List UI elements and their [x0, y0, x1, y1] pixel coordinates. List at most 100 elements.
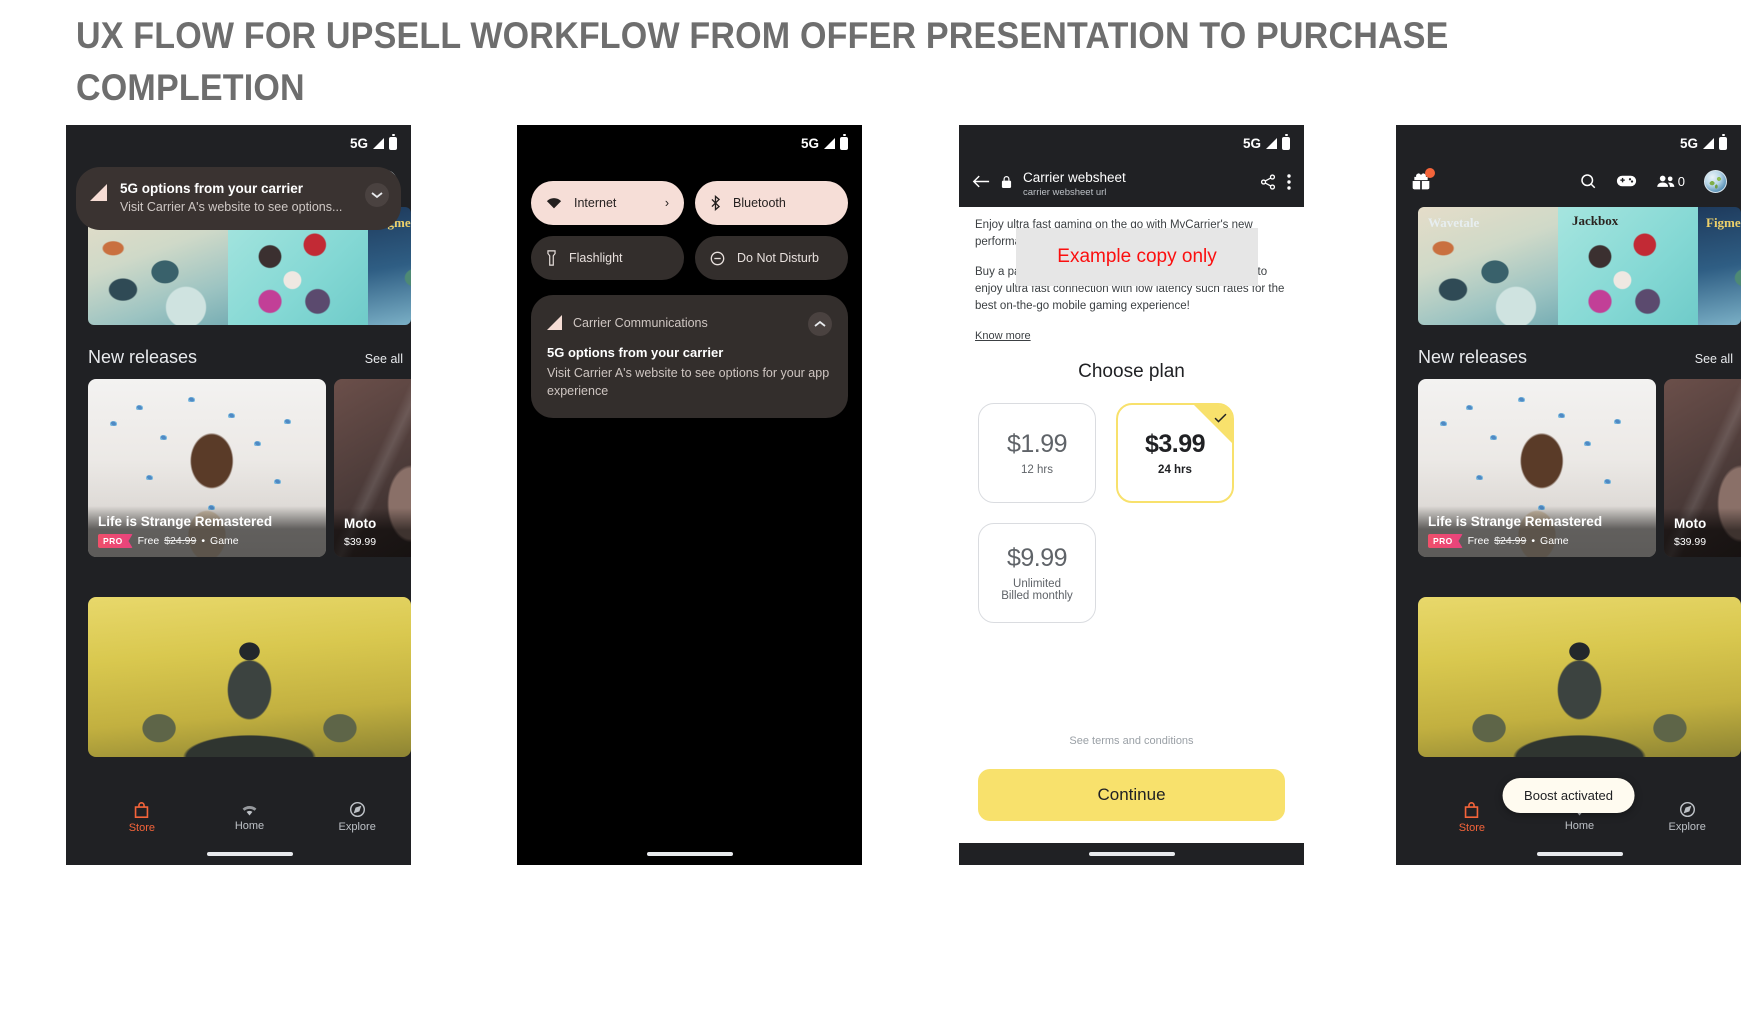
avatar[interactable] — [1704, 169, 1727, 193]
notification-body: Visit Carrier A's website to see options… — [120, 200, 343, 214]
game-meta: PRO Free $24.99 • Game — [1428, 534, 1646, 548]
share-icon[interactable] — [1260, 173, 1276, 195]
app-top-bar: 0 — [1396, 161, 1741, 201]
pro-badge: PRO — [1428, 534, 1463, 548]
carrier-notification-card[interactable]: Carrier Communications 5G options from y… — [531, 295, 848, 418]
people-icon[interactable]: 0 — [1656, 174, 1685, 189]
status-network-label: 5G — [1679, 135, 1698, 151]
game-card-moto[interactable]: Moto $39.99 — [334, 379, 411, 557]
overflow-menu-icon[interactable] — [1287, 173, 1291, 195]
chevron-up-icon[interactable] — [808, 312, 832, 336]
hero-word-2: Jackbox — [1572, 213, 1619, 228]
battery-icon — [389, 134, 397, 150]
meta-separator: • — [1531, 535, 1536, 547]
see-all-link[interactable]: See all — [365, 352, 403, 366]
tile-label: Flashlight — [569, 251, 623, 265]
game-price: Free — [137, 535, 160, 547]
chevron-down-icon[interactable] — [365, 183, 389, 207]
meta-separator: • — [201, 535, 206, 547]
signal-triangle-icon — [1703, 137, 1714, 149]
plan-option-199[interactable]: $1.99 12 hrs — [978, 403, 1096, 503]
carrier-triangle-icon — [547, 315, 562, 330]
phone-screen-1: 5G New releases See all Life is Strange … — [66, 125, 411, 865]
nav-label: Store — [128, 821, 155, 834]
gift-icon[interactable] — [1410, 168, 1435, 191]
heads-up-notification[interactable]: 5G options from your carrier Visit Carri… — [76, 167, 401, 230]
phone-screen-2: 5G Internet › Bluetooth Flashlight Do No… — [517, 125, 862, 865]
check-icon — [1214, 410, 1227, 428]
game-card-info: Moto $39.99 — [1664, 508, 1741, 557]
know-more-link[interactable]: Know more — [975, 330, 1031, 342]
tile-label: Internet — [574, 196, 617, 210]
tile-bluetooth[interactable]: Bluetooth — [695, 181, 848, 225]
game-card-moto[interactable]: Moto $39.99 — [1664, 379, 1741, 557]
game-price: $39.99 — [344, 536, 377, 548]
battery-icon — [1719, 134, 1727, 150]
tile-flashlight[interactable]: Flashlight — [531, 236, 684, 280]
terms-link[interactable]: See terms and conditions — [959, 735, 1304, 747]
tile-do-not-disturb[interactable]: Do Not Disturb — [695, 236, 848, 280]
signal-triangle-icon — [824, 137, 835, 149]
gesture-pill[interactable] — [646, 852, 733, 856]
hero-panel-jackbox[interactable]: Jackbox — [1558, 207, 1698, 325]
nav-item-store[interactable]: Store — [88, 801, 196, 834]
notification-body: Visit Carrier A's website to see options… — [547, 366, 830, 398]
game-card-info: Life is Strange Remastered PRO Free $24.… — [88, 506, 326, 557]
featured-banner[interactable] — [88, 597, 411, 757]
see-all-link[interactable]: See all — [1695, 352, 1733, 366]
tile-label: Do Not Disturb — [737, 251, 819, 265]
hero-word-3: Figment — [1706, 215, 1741, 230]
gesture-bar — [959, 843, 1304, 865]
phone-screen-3: 5G Carrier websheet carrier websheet url — [959, 125, 1304, 865]
nav-label: Home — [1564, 820, 1595, 832]
notification-title: 5G options from your carrier — [120, 181, 304, 196]
hero-panel-wavetale[interactable]: Wavetale — [1418, 207, 1558, 325]
game-category: Game — [210, 535, 239, 547]
hero-carousel[interactable]: Wavetale Jackbox Figment — [1418, 207, 1741, 325]
flow-step-2: 5G Internet › Bluetooth Flashlight Do No… — [517, 125, 862, 865]
hero-panel-figment[interactable]: Figment — [1698, 207, 1741, 325]
game-card-life-is-strange[interactable]: Life is Strange Remastered PRO Free $24.… — [88, 379, 326, 557]
game-category: Game — [1540, 535, 1569, 547]
game-title: Moto — [1674, 516, 1707, 531]
game-meta: PRO Free $24.99 • Game — [98, 534, 316, 548]
browser-url: carrier websheet url — [1023, 186, 1107, 198]
nav-label: Store — [1458, 821, 1485, 834]
back-arrow-icon[interactable] — [972, 174, 990, 194]
game-card-list: Life is Strange Remastered PRO Free $24.… — [1418, 379, 1741, 557]
plan-option-999[interactable]: $9.99 Unlimited Billed monthly — [978, 523, 1096, 623]
boost-activated-snackbar: Boost activated — [1502, 778, 1635, 813]
game-old-price: $24.99 — [1494, 535, 1527, 547]
search-icon[interactable] — [1579, 172, 1597, 190]
gesture-pill[interactable] — [206, 852, 293, 856]
plan-price: $1.99 — [1006, 430, 1068, 458]
featured-banner[interactable] — [1418, 597, 1741, 757]
tile-internet[interactable]: Internet › — [531, 181, 684, 225]
plan-billing: Billed monthly — [1001, 590, 1073, 602]
quick-settings-tiles: Internet › Bluetooth Flashlight Do Not D… — [531, 181, 848, 280]
example-copy-overlay: Example copy only — [1016, 228, 1258, 286]
choose-plan-heading: Choose plan — [1078, 361, 1185, 382]
plan-duration: Unlimited — [1013, 578, 1061, 590]
status-bar: 5G — [517, 125, 862, 161]
notification-header: Carrier Communications — [547, 309, 832, 336]
plan-option-399[interactable]: $3.99 24 hrs — [1116, 403, 1234, 503]
nav-item-home[interactable]: Home — [196, 802, 304, 832]
nav-item-explore[interactable]: Explore — [303, 801, 411, 833]
game-meta: $39.99 — [344, 536, 411, 548]
game-card-list: Life is Strange Remastered PRO Free $24.… — [88, 379, 411, 557]
game-meta: $39.99 — [1674, 536, 1741, 548]
plan-duration: 24 hrs — [1158, 464, 1192, 476]
tile-label: Bluetooth — [733, 196, 786, 210]
gamepad-icon[interactable] — [1616, 173, 1637, 189]
nav-label: Explore — [1668, 821, 1706, 833]
gesture-pill[interactable] — [1536, 852, 1623, 856]
flashlight-icon — [547, 250, 556, 266]
nav-item-explore[interactable]: Explore — [1633, 801, 1741, 833]
continue-button[interactable]: Continue — [978, 769, 1285, 821]
notification-app-name: Carrier Communications — [573, 315, 708, 330]
game-card-life-is-strange[interactable]: Life is Strange Remastered PRO Free $24.… — [1418, 379, 1656, 557]
gesture-pill[interactable] — [1088, 852, 1175, 856]
chevron-right-icon[interactable]: › — [665, 196, 669, 210]
carrier-triangle-icon — [90, 184, 107, 201]
